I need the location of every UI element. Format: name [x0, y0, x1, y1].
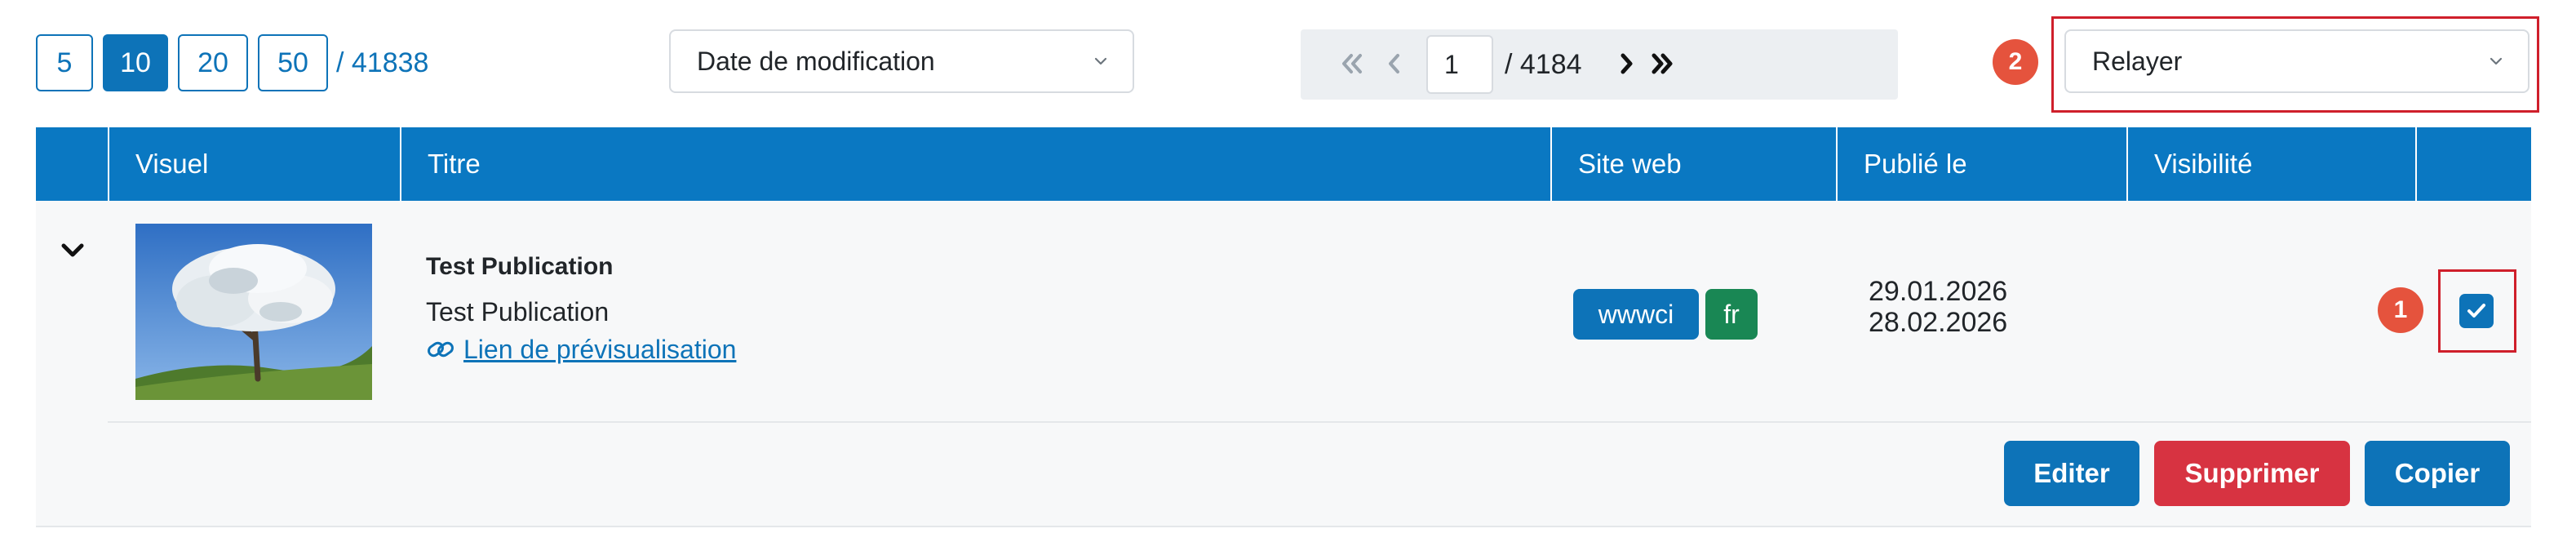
link-icon [428, 341, 454, 358]
published-to-date: 28.02.2026 [1869, 307, 2008, 338]
column-header-site-web: Site web [1550, 127, 1836, 201]
preview-link-label: Lien de prévisualisation [463, 335, 737, 364]
copy-button[interactable]: Copier [2365, 441, 2510, 506]
column-header-publie-le: Publié le [1836, 127, 2126, 201]
next-page-icon[interactable] [1611, 47, 1643, 80]
previous-page-icon[interactable] [1377, 47, 1410, 80]
page-total: / 4184 [1505, 49, 1582, 80]
chevron-down-icon[interactable] [59, 240, 86, 261]
blossoming-tree-image [135, 224, 372, 400]
publication-title: Test Publication [426, 253, 614, 280]
annotation-marker-2: 2 [1993, 39, 2038, 85]
column-header-select [2415, 127, 2531, 201]
per-page-20-button[interactable]: 20 [178, 34, 248, 91]
chevron-down-icon [1094, 57, 1107, 65]
site-tag: wwwci [1573, 289, 1699, 340]
column-header-titre: Titre [400, 127, 1550, 201]
first-page-icon[interactable] [1335, 47, 1368, 80]
row-divider [108, 421, 2531, 423]
annotation-frame-2 [2051, 16, 2539, 113]
preview-link[interactable]: Lien de prévisualisation [426, 335, 736, 365]
published-from-date: 29.01.2026 [1869, 276, 2008, 307]
sort-select-value: Date de modification [697, 47, 935, 76]
annotation-marker-1: 1 [2378, 287, 2423, 333]
total-count: / 41838 [336, 47, 429, 78]
table-bottom-border [36, 526, 2531, 527]
publication-thumbnail [135, 224, 372, 400]
annotation-frame-1 [2438, 269, 2516, 353]
page-number-input[interactable]: 1 [1426, 35, 1493, 94]
column-header-visibilite: Visibilité [2126, 127, 2415, 201]
pagination: 1 / 4184 [1301, 29, 1898, 100]
table-header: Visuel Titre Site web Publié le Visibili… [36, 127, 2531, 201]
edit-button[interactable]: Editer [2004, 441, 2139, 506]
column-header-visuel: Visuel [108, 127, 400, 201]
delete-button[interactable]: Supprimer [2154, 441, 2350, 506]
last-page-icon[interactable] [1647, 47, 1679, 80]
publication-subtitle: Test Publication [426, 297, 610, 327]
sort-select[interactable]: Date de modification [669, 29, 1134, 93]
per-page-5-button[interactable]: 5 [36, 34, 93, 91]
per-page-10-button[interactable]: 10 [103, 34, 168, 91]
per-page-50-button[interactable]: 50 [258, 34, 328, 91]
language-tag: fr [1705, 289, 1758, 340]
